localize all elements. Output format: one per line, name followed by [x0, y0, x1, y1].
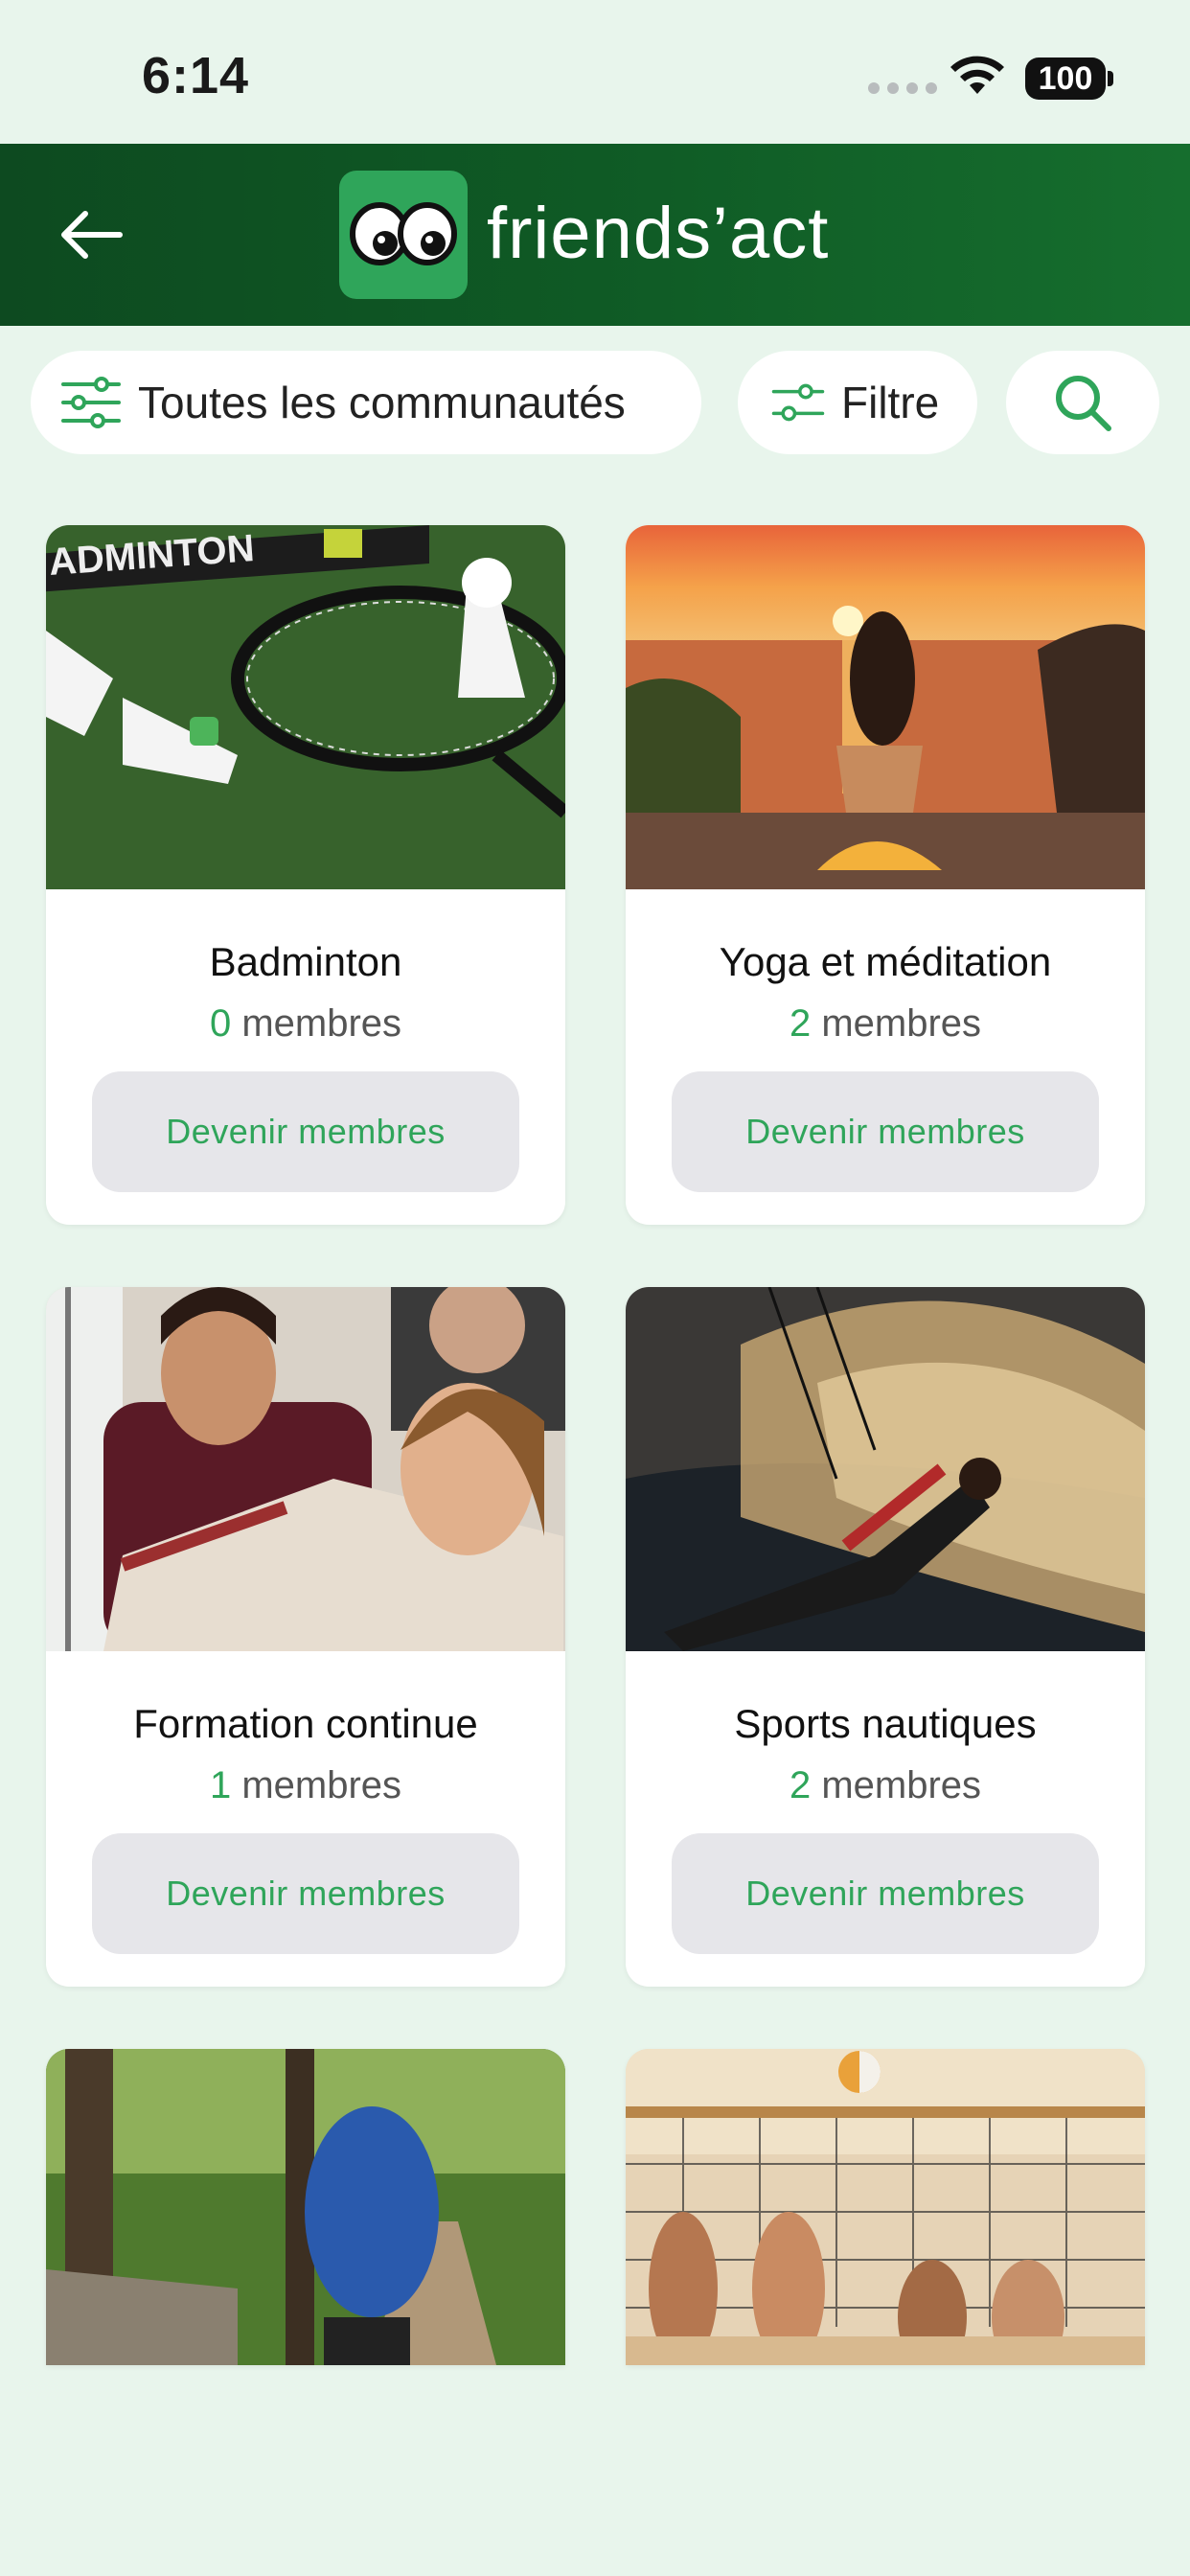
status-time: 6:14 — [142, 47, 250, 104]
member-count-value: 2 — [789, 1764, 812, 1806]
community-card-nautiques[interactable]: Sports nautiques 2 membres Devenir membr… — [626, 1287, 1145, 1987]
join-community-button[interactable]: Devenir membres — [672, 1071, 1099, 1192]
member-count: 2 membres — [626, 1002, 1145, 1046]
brand-name: friends’act — [487, 193, 830, 274]
member-count-unit: membres — [811, 1002, 982, 1045]
member-count-unit: membres — [231, 1764, 402, 1806]
cellular-signal-icon — [868, 82, 937, 94]
app-header: friends’act — [0, 144, 1190, 326]
member-count: 2 membres — [626, 1764, 1145, 1807]
member-count-value: 0 — [209, 1002, 232, 1045]
back-button[interactable] — [54, 201, 126, 268]
community-image-formation — [46, 1287, 565, 1651]
join-community-button[interactable]: Devenir membres — [92, 1071, 519, 1192]
community-name: Badminton — [209, 939, 402, 984]
wifi-icon — [950, 56, 1004, 94]
battery-icon: 100 — [1025, 58, 1106, 100]
community-image-nautiques — [626, 1287, 1145, 1651]
filter-sliders-icon — [771, 383, 825, 422]
communities-selector[interactable]: Toutes les communautés — [31, 351, 701, 454]
member-count: 1 membres — [46, 1764, 565, 1807]
filter-button-label: Filtre — [841, 378, 940, 427]
community-card-yoga[interactable]: Yoga et méditation 2 membres Devenir mem… — [626, 525, 1145, 1225]
join-community-button[interactable]: Devenir membres — [672, 1833, 1099, 1954]
member-count-value: 1 — [209, 1764, 232, 1806]
battery-tip — [1108, 71, 1113, 86]
community-name: Sports nautiques — [734, 1701, 1037, 1746]
join-community-button[interactable]: Devenir membres — [92, 1833, 519, 1954]
community-card-badminton[interactable]: ADMINTON Badminton 0 membres Devenir mem… — [46, 525, 565, 1225]
communities-selector-label: Toutes les communautés — [138, 378, 626, 427]
member-count-unit: membres — [811, 1764, 982, 1806]
search-button[interactable] — [1006, 351, 1159, 454]
search-icon — [1056, 376, 1111, 431]
community-image-badminton: ADMINTON — [46, 525, 565, 889]
brand-logo — [339, 171, 468, 299]
community-image-volleyball — [626, 2049, 1145, 2365]
community-image-hiking — [46, 2049, 565, 2365]
googly-eyes-logo — [350, 202, 457, 265]
member-count-unit: membres — [231, 1002, 402, 1045]
community-card-formation[interactable]: Formation continue 1 membres Devenir mem… — [46, 1287, 565, 1987]
member-count-value: 2 — [789, 1002, 812, 1045]
community-name: Formation continue — [133, 1701, 478, 1746]
battery-level: 100 — [1038, 59, 1093, 97]
status-bar: 6:14 100 — [0, 0, 1190, 144]
community-image-yoga — [626, 525, 1145, 889]
community-name: Yoga et méditation — [719, 939, 1052, 984]
arrow-left-icon — [61, 211, 123, 259]
sliders-icon — [61, 377, 121, 428]
filter-button[interactable]: Filtre — [738, 351, 977, 454]
community-card-hiking[interactable] — [46, 2049, 565, 2365]
community-card-volleyball[interactable] — [626, 2049, 1145, 2365]
member-count: 0 membres — [46, 1002, 565, 1046]
